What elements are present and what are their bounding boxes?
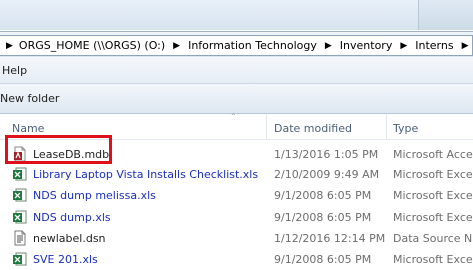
file-type: Data Source Nan — [393, 232, 473, 245]
excel-icon — [13, 188, 27, 202]
file-type: Microsoft Excel — [393, 253, 473, 266]
file-name[interactable]: newlabel.dsn — [33, 232, 106, 245]
sort-arrow-icon: ⌃ — [230, 112, 237, 121]
column-name[interactable]: Name — [12, 122, 44, 135]
file-date: 9/1/2008 6:05 PM — [274, 253, 372, 266]
file-type: Microsoft Acce — [393, 148, 473, 161]
file-date: 9/1/2008 6:05 PM — [274, 211, 372, 224]
excel-icon — [13, 210, 27, 224]
file-name[interactable]: Library Laptop Vista Installs Checklist.… — [33, 168, 258, 181]
search-box[interactable] — [418, 0, 473, 30]
column-divider[interactable] — [386, 114, 387, 139]
command-bar: New folder — [0, 84, 473, 114]
breadcrumb-arrow-icon[interactable]: ▶ — [0, 41, 17, 51]
file-name[interactable]: NDS dump melissa.xls — [33, 189, 156, 202]
file-type: Microsoft Excel — [393, 168, 473, 181]
breadcrumb-arrow-icon[interactable]: ▶ — [167, 41, 186, 51]
file-row-newlabel-dsn[interactable]: newlabel.dsn 1/12/2016 12:14 PM Data Sou… — [0, 227, 473, 249]
breadcrumb-arrow-icon[interactable]: ▶ — [319, 41, 338, 51]
breadcrumb-interns[interactable]: Interns — [413, 39, 455, 52]
address-bar[interactable]: ▶ ORGS_HOME (\\ORGS) (O:) ▶ Information … — [0, 31, 473, 58]
menu-help[interactable]: Help — [2, 64, 27, 77]
column-type[interactable]: Type — [393, 122, 418, 135]
breadcrumb-inventory[interactable]: Inventory — [338, 39, 395, 52]
dsn-file-icon — [14, 230, 26, 246]
new-folder-button[interactable]: New folder — [0, 92, 59, 105]
file-date: 1/13/2016 1:05 PM — [274, 148, 379, 161]
file-row-sve-201[interactable]: SVE 201.xls 9/1/2008 6:05 PM Microsoft E… — [0, 248, 473, 270]
file-date: 2/10/2009 9:49 AM — [274, 168, 380, 181]
file-date: 1/12/2016 12:14 PM — [274, 232, 386, 245]
file-type: Microsoft Excel — [393, 189, 473, 202]
red-highlight-box — [5, 135, 112, 164]
file-name[interactable]: SVE 201.xls — [33, 253, 98, 266]
breadcrumb-drive[interactable]: ORGS_HOME (\\ORGS) (O:) — [17, 39, 167, 52]
excel-icon — [13, 252, 27, 266]
file-row-library-laptop-checklist[interactable]: Library Laptop Vista Installs Checklist.… — [0, 163, 473, 185]
breadcrumb-arrow-icon[interactable]: ▶ — [456, 41, 472, 51]
column-date-modified[interactable]: Date modified — [274, 122, 352, 135]
address-field[interactable]: ▶ ORGS_HOME (\\ORGS) (O:) ▶ Information … — [0, 35, 473, 56]
file-name[interactable]: NDS dump.xls — [33, 211, 111, 224]
file-row-nds-dump[interactable]: NDS dump.xls 9/1/2008 6:05 PM Microsoft … — [0, 206, 473, 228]
excel-icon — [13, 167, 27, 181]
file-row-nds-dump-melissa[interactable]: NDS dump melissa.xls 9/1/2008 6:05 PM Mi… — [0, 184, 473, 206]
column-divider[interactable] — [266, 114, 267, 139]
window-top-strip — [0, 0, 473, 30]
breadcrumb-arrow-icon[interactable]: ▶ — [394, 41, 413, 51]
file-type: Microsoft Excel — [393, 211, 473, 224]
breadcrumb-information-technology[interactable]: Information Technology — [186, 39, 319, 52]
menu-bar: Help — [0, 57, 473, 84]
file-date: 9/1/2008 6:05 PM — [274, 189, 372, 202]
